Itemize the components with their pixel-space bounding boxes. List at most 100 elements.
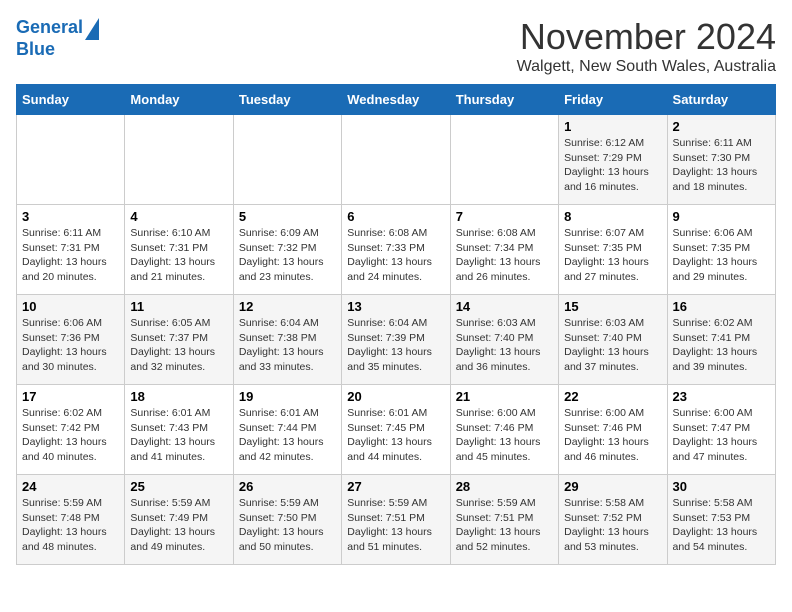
day-number: 13 — [347, 299, 444, 314]
day-info: Sunrise: 6:10 AM Sunset: 7:31 PM Dayligh… — [130, 226, 227, 285]
logo-triangle-icon — [85, 18, 99, 40]
day-number: 16 — [673, 299, 770, 314]
calendar-cell — [342, 115, 450, 205]
day-info: Sunrise: 6:00 AM Sunset: 7:47 PM Dayligh… — [673, 406, 770, 465]
day-info: Sunrise: 5:59 AM Sunset: 7:48 PM Dayligh… — [22, 496, 119, 555]
calendar-cell — [450, 115, 558, 205]
day-info: Sunrise: 6:07 AM Sunset: 7:35 PM Dayligh… — [564, 226, 661, 285]
day-info: Sunrise: 6:04 AM Sunset: 7:39 PM Dayligh… — [347, 316, 444, 375]
calendar-cell: 5Sunrise: 6:09 AM Sunset: 7:32 PM Daylig… — [233, 205, 341, 295]
day-info: Sunrise: 6:06 AM Sunset: 7:35 PM Dayligh… — [673, 226, 770, 285]
calendar-cell: 1 Sunrise: 6:12 AM Sunset: 7:29 PM Daylig… — [559, 115, 667, 205]
calendar-cell: 10 Sunrise: 6:06 AM Sunset: 7:36 PM Dayli… — [17, 295, 125, 385]
calendar-cell — [17, 115, 125, 205]
day-number: 29 — [564, 479, 661, 494]
calendar-table: SundayMondayTuesdayWednesdayThursdayFrid… — [16, 84, 776, 565]
day-info: Sunrise: 6:03 AM Sunset: 7:40 PM Dayligh… — [564, 316, 661, 375]
calendar-cell — [233, 115, 341, 205]
weekday-header-row: SundayMondayTuesdayWednesdayThursdayFrid… — [17, 85, 776, 115]
day-info: Sunrise: 6:05 AM Sunset: 7:37 PM Dayligh… — [130, 316, 227, 375]
day-info: Sunrise: 5:59 AM Sunset: 7:51 PM Dayligh… — [347, 496, 444, 555]
calendar-cell: 15 Sunrise: 6:03 AM Sunset: 7:40 PM Dayli… — [559, 295, 667, 385]
calendar-cell: 17 Sunrise: 6:02 AM Sunset: 7:42 PM Dayli… — [17, 385, 125, 475]
calendar-cell: 26 Sunrise: 5:59 AM Sunset: 7:50 PM Dayli… — [233, 475, 341, 565]
day-number: 21 — [456, 389, 553, 404]
month-title: November 2024 — [517, 16, 776, 58]
calendar-cell: 19Sunrise: 6:01 AM Sunset: 7:44 PM Dayli… — [233, 385, 341, 475]
day-info: Sunrise: 6:01 AM Sunset: 7:43 PM Dayligh… — [130, 406, 227, 465]
week-row-1: 1 Sunrise: 6:12 AM Sunset: 7:29 PM Daylig… — [17, 115, 776, 205]
calendar-cell: 16 Sunrise: 6:02 AM Sunset: 7:41 PM Dayli… — [667, 295, 775, 385]
day-info: Sunrise: 6:11 AM Sunset: 7:31 PM Dayligh… — [22, 226, 119, 285]
calendar-cell: 13 Sunrise: 6:04 AM Sunset: 7:39 PM Dayli… — [342, 295, 450, 385]
calendar-cell: 25Sunrise: 5:59 AM Sunset: 7:49 PM Dayli… — [125, 475, 233, 565]
calendar-cell: 18 Sunrise: 6:01 AM Sunset: 7:43 PM Dayli… — [125, 385, 233, 475]
logo-text-blue: Blue — [16, 40, 55, 60]
week-row-5: 24 Sunrise: 5:59 AM Sunset: 7:48 PM Dayli… — [17, 475, 776, 565]
day-info: Sunrise: 5:59 AM Sunset: 7:49 PM Dayligh… — [130, 496, 227, 555]
day-info: Sunrise: 6:08 AM Sunset: 7:33 PM Dayligh… — [347, 226, 444, 285]
weekday-header-tuesday: Tuesday — [233, 85, 341, 115]
weekday-header-sunday: Sunday — [17, 85, 125, 115]
calendar-cell: 9Sunrise: 6:06 AM Sunset: 7:35 PM Daylig… — [667, 205, 775, 295]
calendar-cell: 4Sunrise: 6:10 AM Sunset: 7:31 PM Daylig… — [125, 205, 233, 295]
week-row-2: 3 Sunrise: 6:11 AM Sunset: 7:31 PM Daylig… — [17, 205, 776, 295]
calendar-cell: 12Sunrise: 6:04 AM Sunset: 7:38 PM Dayli… — [233, 295, 341, 385]
page-header: General Blue November 2024 Walgett, New … — [16, 16, 776, 76]
weekday-header-wednesday: Wednesday — [342, 85, 450, 115]
day-info: Sunrise: 5:58 AM Sunset: 7:53 PM Dayligh… — [673, 496, 770, 555]
week-row-3: 10 Sunrise: 6:06 AM Sunset: 7:36 PM Dayli… — [17, 295, 776, 385]
day-number: 18 — [130, 389, 227, 404]
calendar-cell: 2Sunrise: 6:11 AM Sunset: 7:30 PM Daylig… — [667, 115, 775, 205]
weekday-header-friday: Friday — [559, 85, 667, 115]
day-info: Sunrise: 6:03 AM Sunset: 7:40 PM Dayligh… — [456, 316, 553, 375]
day-number: 10 — [22, 299, 119, 314]
day-number: 15 — [564, 299, 661, 314]
day-number: 3 — [22, 209, 119, 224]
calendar-cell: 21 Sunrise: 6:00 AM Sunset: 7:46 PM Dayli… — [450, 385, 558, 475]
calendar-cell: 11 Sunrise: 6:05 AM Sunset: 7:37 PM Dayli… — [125, 295, 233, 385]
calendar-cell: 22 Sunrise: 6:00 AM Sunset: 7:46 PM Dayli… — [559, 385, 667, 475]
day-number: 17 — [22, 389, 119, 404]
day-info: Sunrise: 6:02 AM Sunset: 7:41 PM Dayligh… — [673, 316, 770, 375]
day-info: Sunrise: 5:59 AM Sunset: 7:51 PM Dayligh… — [456, 496, 553, 555]
location-subtitle: Walgett, New South Wales, Australia — [517, 58, 776, 76]
calendar-cell: 7Sunrise: 6:08 AM Sunset: 7:34 PM Daylig… — [450, 205, 558, 295]
calendar-cell: 24 Sunrise: 5:59 AM Sunset: 7:48 PM Dayli… — [17, 475, 125, 565]
day-info: Sunrise: 6:00 AM Sunset: 7:46 PM Dayligh… — [564, 406, 661, 465]
calendar-cell: 6Sunrise: 6:08 AM Sunset: 7:33 PM Daylig… — [342, 205, 450, 295]
calendar-cell: 29Sunrise: 5:58 AM Sunset: 7:52 PM Dayli… — [559, 475, 667, 565]
day-number: 20 — [347, 389, 444, 404]
day-number: 5 — [239, 209, 336, 224]
weekday-header-monday: Monday — [125, 85, 233, 115]
day-number: 19 — [239, 389, 336, 404]
day-number: 30 — [673, 479, 770, 494]
calendar-cell — [125, 115, 233, 205]
calendar-cell: 3 Sunrise: 6:11 AM Sunset: 7:31 PM Daylig… — [17, 205, 125, 295]
day-number: 26 — [239, 479, 336, 494]
day-info: Sunrise: 6:02 AM Sunset: 7:42 PM Dayligh… — [22, 406, 119, 465]
calendar-cell: 23 Sunrise: 6:00 AM Sunset: 7:47 PM Dayli… — [667, 385, 775, 475]
calendar-cell: 8Sunrise: 6:07 AM Sunset: 7:35 PM Daylig… — [559, 205, 667, 295]
day-number: 11 — [130, 299, 227, 314]
day-number: 28 — [456, 479, 553, 494]
calendar-cell: 28 Sunrise: 5:59 AM Sunset: 7:51 PM Dayli… — [450, 475, 558, 565]
day-info: Sunrise: 6:12 AM Sunset: 7:29 PM Dayligh… — [564, 136, 661, 195]
week-row-4: 17 Sunrise: 6:02 AM Sunset: 7:42 PM Dayli… — [17, 385, 776, 475]
day-number: 27 — [347, 479, 444, 494]
day-info: Sunrise: 6:11 AM Sunset: 7:30 PM Dayligh… — [673, 136, 770, 195]
title-block: November 2024 Walgett, New South Wales, … — [517, 16, 776, 76]
calendar-cell: 14 Sunrise: 6:03 AM Sunset: 7:40 PM Dayli… — [450, 295, 558, 385]
day-number: 14 — [456, 299, 553, 314]
day-info: Sunrise: 5:59 AM Sunset: 7:50 PM Dayligh… — [239, 496, 336, 555]
calendar-cell: 20Sunrise: 6:01 AM Sunset: 7:45 PM Dayli… — [342, 385, 450, 475]
day-number: 1 — [564, 119, 661, 134]
logo: General Blue — [16, 16, 99, 60]
day-number: 22 — [564, 389, 661, 404]
day-info: Sunrise: 6:00 AM Sunset: 7:46 PM Dayligh… — [456, 406, 553, 465]
day-info: Sunrise: 6:06 AM Sunset: 7:36 PM Dayligh… — [22, 316, 119, 375]
day-number: 23 — [673, 389, 770, 404]
weekday-header-saturday: Saturday — [667, 85, 775, 115]
day-number: 24 — [22, 479, 119, 494]
day-info: Sunrise: 6:08 AM Sunset: 7:34 PM Dayligh… — [456, 226, 553, 285]
